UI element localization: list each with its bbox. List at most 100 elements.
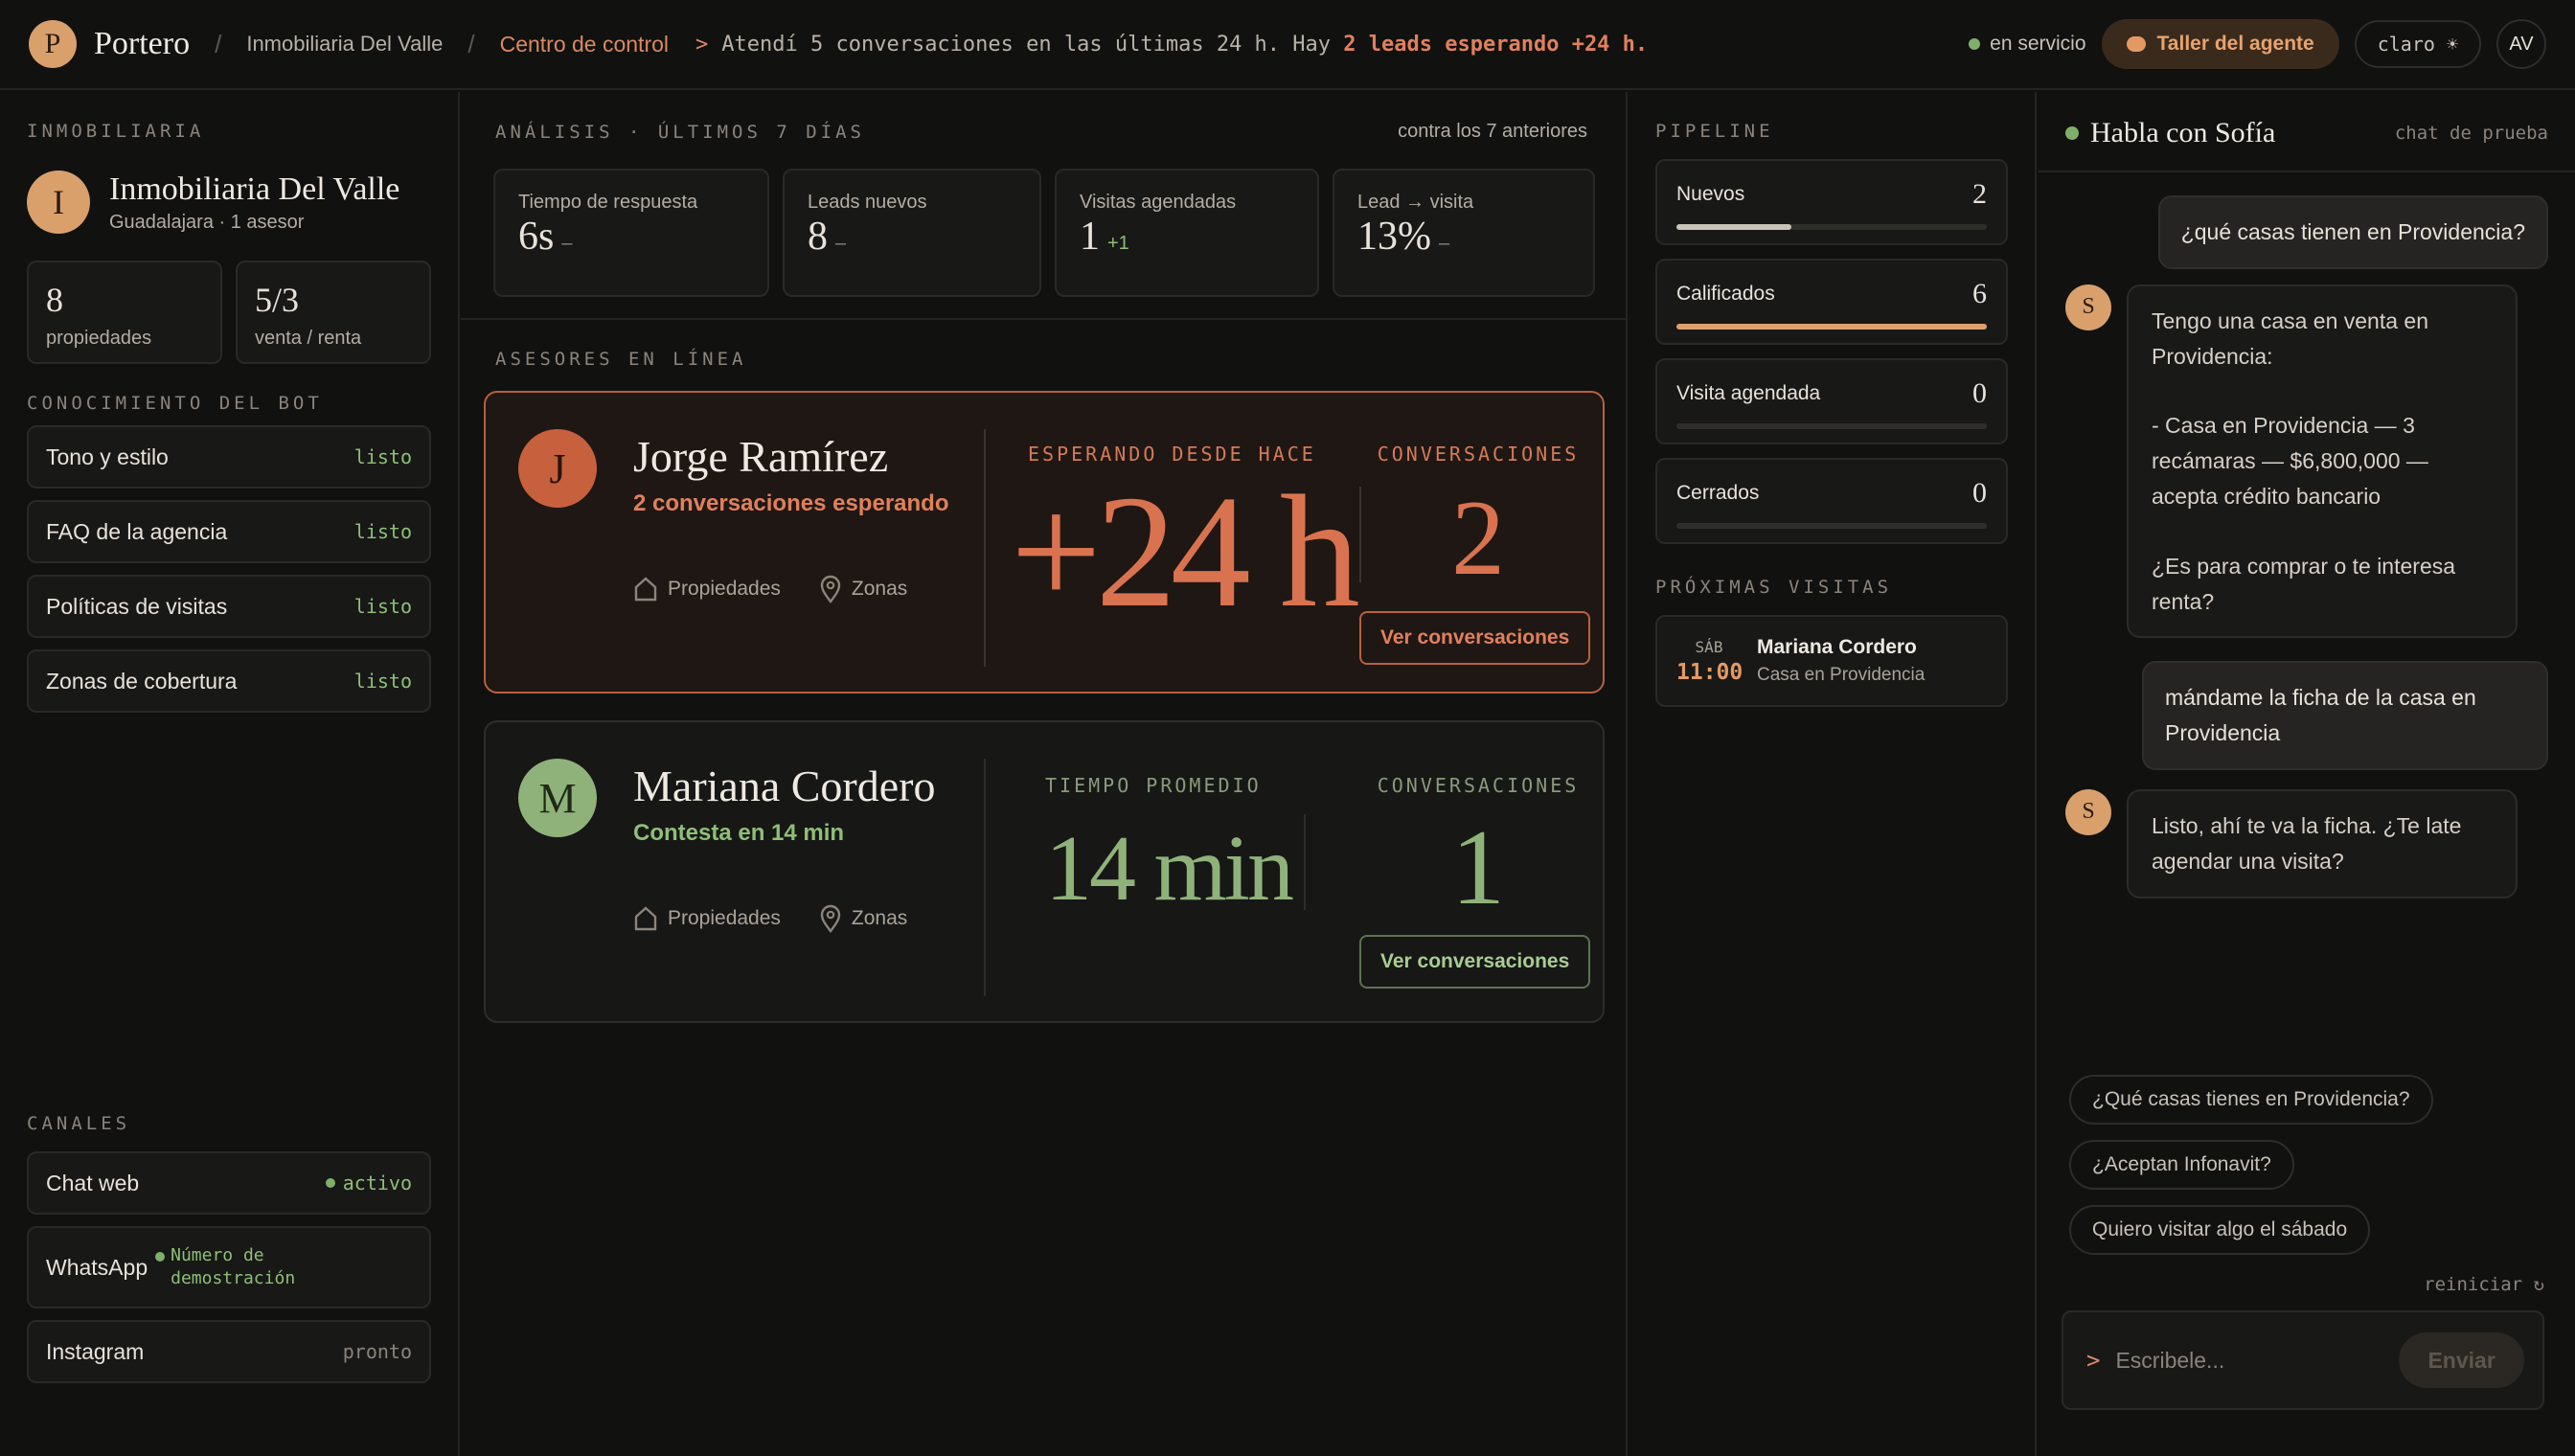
pipeline-stage-visit[interactable]: Visita agendada 0 bbox=[1655, 358, 2008, 444]
knowledge-label: Zonas de cobertura bbox=[46, 668, 238, 694]
stage-count: 6 bbox=[1972, 278, 1987, 309]
channel-status: Número de demostración bbox=[171, 1244, 296, 1288]
stage-progress-bar bbox=[1676, 324, 1987, 330]
send-button[interactable]: Enviar bbox=[2399, 1332, 2524, 1388]
visit-item[interactable]: SÁB 11:00 Mariana Cordero Casa en Provid… bbox=[1655, 615, 2008, 707]
chat-title: Habla con Sofía bbox=[2090, 117, 2276, 148]
stage-count: 0 bbox=[1972, 377, 1987, 409]
knowledge-label: Políticas de visitas bbox=[46, 593, 228, 619]
conversations-label: CONVERSACIONES bbox=[1377, 443, 1580, 466]
active-dot-icon bbox=[155, 1251, 166, 1262]
status-dot-icon bbox=[1969, 38, 1981, 50]
conversations-count: 1 bbox=[1451, 808, 1505, 927]
bot-avatar: S bbox=[2065, 788, 2111, 835]
channel-whatsapp[interactable]: WhatsApp Número de demostración bbox=[27, 1226, 431, 1308]
bot-avatar: S bbox=[2065, 284, 2111, 330]
theme-toggle[interactable]: claro ☀ bbox=[2354, 20, 2481, 68]
zones-link[interactable]: Zonas bbox=[819, 575, 907, 603]
channel-web-chat[interactable]: Chat web activo bbox=[27, 1151, 431, 1215]
visit-time: 11:00 bbox=[1676, 659, 1743, 685]
chat-input[interactable] bbox=[2115, 1347, 2400, 1374]
agent-workshop-button[interactable]: Taller del agente bbox=[2101, 19, 2339, 69]
kpi-card-visits: Visitas agendadas 1 +1 bbox=[1055, 169, 1319, 297]
knowledge-item[interactable]: Zonas de cobertura listo bbox=[27, 649, 431, 713]
kpi-value: 6s bbox=[518, 215, 555, 259]
avg-time-value: 14 min bbox=[1045, 817, 1294, 921]
left-sidebar: INMOBILIARIA I Inmobiliaria Del Valle Gu… bbox=[0, 92, 460, 1456]
stat-label: propiedades bbox=[46, 328, 152, 349]
kpi-title: Leads nuevos bbox=[808, 192, 927, 213]
ticker-prompt-icon: > bbox=[695, 32, 709, 57]
upcoming-visits-label: PRÓXIMAS VISITAS bbox=[1655, 577, 1893, 598]
knowledge-status: listo bbox=[353, 670, 412, 693]
advisor-name: Mariana Cordero bbox=[633, 762, 936, 810]
kpi-delta: – bbox=[561, 233, 573, 254]
knowledge-item[interactable]: FAQ de la agencia listo bbox=[27, 500, 431, 563]
stage-progress-fill bbox=[1676, 324, 1987, 330]
properties-link[interactable]: Propiedades bbox=[633, 575, 781, 603]
metric-label: TIEMPO PROMEDIO bbox=[1045, 774, 1262, 797]
properties-link[interactable]: Propiedades bbox=[633, 904, 781, 933]
user-avatar[interactable]: AV bbox=[2496, 19, 2546, 69]
reset-button[interactable]: reiniciar ↻ bbox=[2424, 1274, 2544, 1295]
chat-panel: Habla con Sofía chat de prueba ¿qué casa… bbox=[2039, 92, 2575, 1456]
suggestion-chip[interactable]: Quiero visitar algo el sábado bbox=[2069, 1205, 2371, 1255]
pipeline-stage-qualified[interactable]: Calificados 6 bbox=[1655, 259, 2008, 345]
kpi-value: 8 bbox=[808, 215, 828, 259]
suggestion-chip[interactable]: ¿Aceptan Infonavit? bbox=[2069, 1140, 2294, 1190]
house-icon bbox=[634, 577, 657, 602]
kpi-card-new-leads: Leads nuevos 8– bbox=[783, 169, 1041, 297]
breadcrumb-control-center[interactable]: Centro de control bbox=[500, 32, 669, 57]
breadcrumb-separator: / bbox=[467, 29, 475, 58]
kpi-title: Lead → visita bbox=[1357, 192, 1474, 213]
visit-day: SÁB bbox=[1695, 637, 1723, 656]
section-label-agency: INMOBILIARIA bbox=[27, 121, 205, 142]
bot-message-line: Tengo una casa en venta en Providencia: bbox=[2152, 307, 2429, 369]
divider bbox=[1304, 814, 1306, 910]
pipeline-stage-new[interactable]: Nuevos 2 bbox=[1655, 159, 2008, 245]
conversations-count: 2 bbox=[1451, 479, 1505, 598]
knowledge-item[interactable]: Políticas de visitas listo bbox=[27, 575, 431, 638]
channel-status: activo bbox=[342, 1172, 412, 1194]
advisor-card-mariana: M Mariana Cordero Contesta en 14 min Pro… bbox=[484, 720, 1605, 1023]
service-status: en servicio bbox=[1969, 33, 2086, 56]
house-icon bbox=[634, 906, 657, 931]
stat-label: venta / renta bbox=[255, 328, 362, 349]
advisor-avatar: J bbox=[518, 429, 597, 508]
kpi-card-response-time: Tiempo de respuesta 6s – bbox=[493, 169, 769, 297]
stat-value: 5/3 bbox=[255, 281, 300, 319]
meta-label: Propiedades bbox=[668, 578, 781, 600]
divider bbox=[461, 318, 1626, 320]
kpi-value: 13% bbox=[1357, 215, 1431, 259]
breadcrumb-agency[interactable]: Inmobiliaria Del Valle bbox=[246, 32, 443, 57]
wait-time-value: +24 h bbox=[1011, 463, 1360, 641]
advisor-avatar: M bbox=[518, 759, 597, 837]
status-label: en servicio bbox=[1990, 33, 2086, 55]
pipeline-stage-closed[interactable]: Cerrados 0 bbox=[1655, 458, 2008, 544]
visit-place: Casa en Providencia bbox=[1757, 665, 1926, 685]
channel-instagram[interactable]: Instagram pronto bbox=[27, 1320, 431, 1383]
pipeline-panel: PIPELINE Nuevos 2 Calificados 6 Visita age… bbox=[1629, 92, 2037, 1456]
kpi-value: 1 bbox=[1080, 215, 1100, 259]
view-conversations-button[interactable]: Ver conversaciones bbox=[1359, 611, 1591, 665]
bot-message: Listo, ahí te va la ficha. ¿Te late agen… bbox=[2127, 788, 2518, 899]
suggestion-chip[interactable]: ¿Qué casas tienes en Providencia? bbox=[2069, 1075, 2433, 1125]
chat-composer: > Enviar bbox=[2062, 1310, 2544, 1410]
visit-name: Mariana Cordero bbox=[1757, 636, 1917, 658]
knowledge-label: Tono y estilo bbox=[46, 444, 169, 469]
workshop-label: Taller del agente bbox=[2156, 33, 2314, 55]
pipeline-label: PIPELINE bbox=[1655, 121, 1774, 142]
zones-link[interactable]: Zonas bbox=[819, 904, 907, 933]
advisors-label: ASESORES EN LÍNEA bbox=[495, 349, 747, 370]
kpi-delta: – bbox=[1439, 233, 1450, 254]
location-pin-icon bbox=[820, 575, 841, 603]
view-conversations-button[interactable]: Ver conversaciones bbox=[1359, 935, 1591, 989]
meta-label: Zonas bbox=[851, 907, 908, 929]
activity-ticker: > Atendí 5 conversaciones en las últimas … bbox=[695, 33, 1648, 57]
kpi-card-conversion: Lead → visita 13% – bbox=[1333, 169, 1595, 297]
kpi-delta: – bbox=[835, 233, 847, 254]
chat-subtitle: chat de prueba bbox=[2394, 123, 2548, 144]
stage-progress-fill bbox=[1676, 224, 1791, 230]
prompt-icon: > bbox=[2086, 1347, 2101, 1374]
knowledge-item[interactable]: Tono y estilo listo bbox=[27, 425, 431, 489]
